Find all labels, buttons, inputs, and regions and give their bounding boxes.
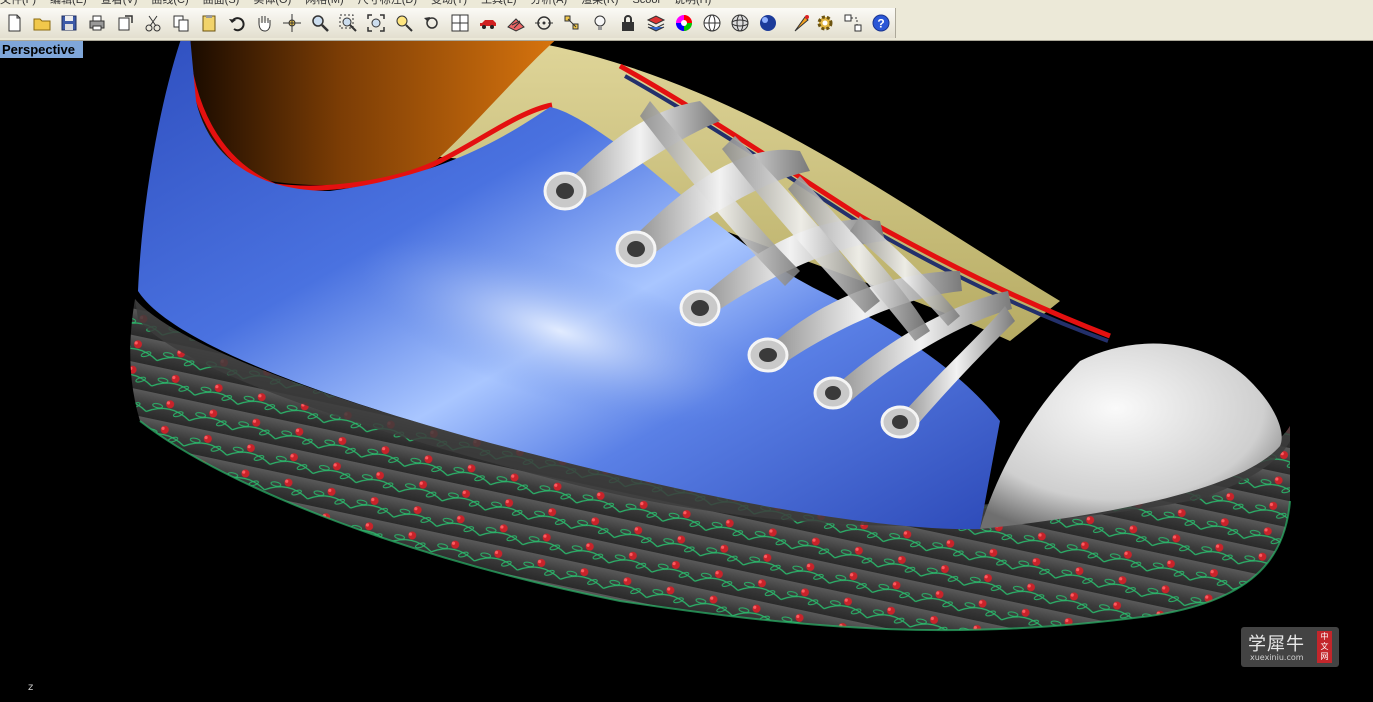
watermark-badge: 中文网 xyxy=(1317,631,1332,663)
globe-icon[interactable] xyxy=(728,11,752,35)
toolbar-buttons: ? xyxy=(0,8,896,38)
settings-gear-icon[interactable] xyxy=(813,11,837,35)
cut-icon[interactable] xyxy=(141,11,165,35)
menu-item[interactable]: 文件(F) xyxy=(0,0,36,6)
shoe-model xyxy=(130,41,1291,632)
zoom-window-icon[interactable] xyxy=(336,11,360,35)
open-folder-icon[interactable] xyxy=(30,11,54,35)
shaded-sphere-icon[interactable] xyxy=(756,11,780,35)
svg-text:?: ? xyxy=(877,17,884,31)
perspective-viewport[interactable]: Perspective z 学犀牛 xuexiniu.com 中文网 xyxy=(0,41,1373,702)
zoom-icon[interactable] xyxy=(308,11,332,35)
copy-icon[interactable] xyxy=(169,11,193,35)
main-toolbar: ? xyxy=(0,6,1373,41)
viewport-title[interactable]: Perspective xyxy=(0,41,83,58)
points-icon[interactable] xyxy=(560,11,584,35)
menu-item[interactable]: 曲线(C) xyxy=(151,0,188,6)
menu-item[interactable]: 实体(O) xyxy=(253,0,291,6)
paste-icon[interactable] xyxy=(197,11,221,35)
menu-item[interactable]: 尺寸标注(D) xyxy=(358,0,417,6)
watermark-logo: 学犀牛 xuexiniu.com 中文网 xyxy=(1241,627,1339,667)
grid-plane-icon[interactable] xyxy=(504,11,528,35)
menu-item[interactable]: Scool xyxy=(632,0,660,6)
watermark-url: xuexiniu.com xyxy=(1250,653,1304,662)
layer-icon[interactable] xyxy=(644,11,668,35)
menu-item[interactable]: 网格(M) xyxy=(305,0,344,6)
menu-item[interactable]: 曲面(S) xyxy=(203,0,240,6)
zoom-selected-icon[interactable] xyxy=(392,11,416,35)
four-viewports-icon[interactable] xyxy=(448,11,472,35)
help-icon[interactable]: ? xyxy=(869,11,893,35)
pointer-icon[interactable] xyxy=(789,11,813,35)
color-wheel-icon[interactable] xyxy=(672,11,696,35)
menu-item[interactable]: 说明(H) xyxy=(674,0,711,6)
menu-item[interactable]: 查看(V) xyxy=(101,0,138,6)
new-file-icon[interactable] xyxy=(2,11,26,35)
print-icon[interactable] xyxy=(85,11,109,35)
save-icon[interactable] xyxy=(57,11,81,35)
lock-icon[interactable] xyxy=(616,11,640,35)
undo-view-icon[interactable] xyxy=(420,11,444,35)
menu-item[interactable]: 编辑(E) xyxy=(50,0,87,6)
export-icon[interactable] xyxy=(113,11,137,35)
light-bulb-icon[interactable] xyxy=(588,11,612,35)
menu-item[interactable]: 工具(L) xyxy=(481,0,516,6)
osnap-icon[interactable] xyxy=(532,11,556,35)
axis-label: z xyxy=(28,682,34,693)
menu-item[interactable]: 变动(T) xyxy=(431,0,467,6)
group-icon[interactable] xyxy=(841,11,865,35)
zoom-extents-icon[interactable] xyxy=(364,11,388,35)
undo-icon[interactable] xyxy=(225,11,249,35)
rotate-view-icon[interactable] xyxy=(280,11,304,35)
menu-item[interactable]: 渲染(R) xyxy=(581,0,618,6)
pan-hand-icon[interactable] xyxy=(252,11,276,35)
sphere-wire-icon[interactable] xyxy=(700,11,724,35)
menu-item[interactable]: 分析(A) xyxy=(531,0,568,6)
car-icon[interactable] xyxy=(476,11,500,35)
